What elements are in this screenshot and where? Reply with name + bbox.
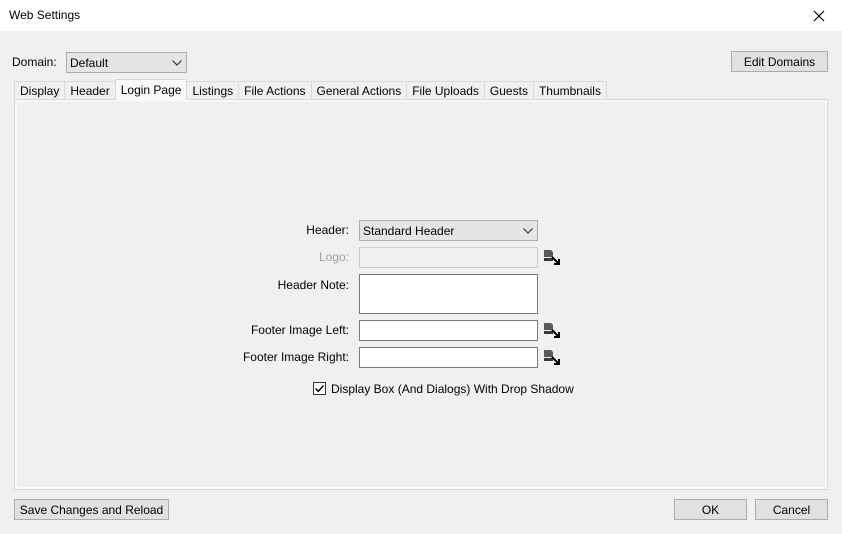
tab-strip: Display Header Login Page Listings File … <box>14 79 607 100</box>
tab-display[interactable]: Display <box>14 81 66 100</box>
domain-select-value: Default <box>70 55 109 70</box>
domain-select[interactable]: Default <box>66 52 187 73</box>
drop-shadow-label[interactable]: Display Box (And Dialogs) With Drop Shad… <box>331 382 574 396</box>
footer-image-left-label: Footer Image Left: <box>250 323 349 337</box>
tab-thumbnails[interactable]: Thumbnails <box>532 81 607 100</box>
footer-image-left-input[interactable] <box>359 320 538 341</box>
cancel-button[interactable]: Cancel <box>755 499 828 520</box>
save-changes-reload-button[interactable]: Save Changes and Reload <box>14 499 169 520</box>
logo-input <box>359 247 538 268</box>
close-icon <box>813 10 825 21</box>
window-title: Web Settings <box>9 8 81 22</box>
browse-image-icon <box>544 250 560 265</box>
browse-image-icon <box>544 323 560 338</box>
chevron-down-icon <box>168 53 186 72</box>
tab-listings[interactable]: Listings <box>186 81 240 100</box>
footer-right-browse-button[interactable] <box>543 349 561 367</box>
logo-label: Logo: <box>318 250 349 264</box>
header-select[interactable]: Standard Header <box>359 220 538 241</box>
drop-shadow-checkbox[interactable] <box>313 382 326 395</box>
tab-guests[interactable]: Guests <box>483 81 534 100</box>
header-label: Header: <box>306 223 349 237</box>
tab-file-uploads[interactable]: File Uploads <box>406 81 485 100</box>
footer-image-right-input[interactable] <box>359 347 538 368</box>
checkmark-icon <box>315 385 325 393</box>
footer-image-right-label: Footer Image Right: <box>242 350 349 364</box>
tab-general-actions[interactable]: General Actions <box>310 81 408 100</box>
logo-browse-button[interactable] <box>543 249 561 267</box>
edit-domains-button[interactable]: Edit Domains <box>731 51 828 72</box>
browse-image-icon <box>544 350 560 365</box>
header-note-label: Header Note: <box>277 278 349 292</box>
chevron-down-icon <box>519 221 537 240</box>
header-select-value: Standard Header <box>363 223 455 238</box>
close-button[interactable] <box>796 0 842 31</box>
header-note-input[interactable] <box>359 274 538 314</box>
tab-file-actions[interactable]: File Actions <box>238 81 312 100</box>
domain-label: Domain: <box>12 55 57 69</box>
ok-button[interactable]: OK <box>674 499 747 520</box>
title-bar: Web Settings <box>0 0 842 31</box>
tab-header[interactable]: Header <box>64 81 116 100</box>
tab-login-page[interactable]: Login Page <box>114 79 188 100</box>
footer-left-browse-button[interactable] <box>543 322 561 340</box>
